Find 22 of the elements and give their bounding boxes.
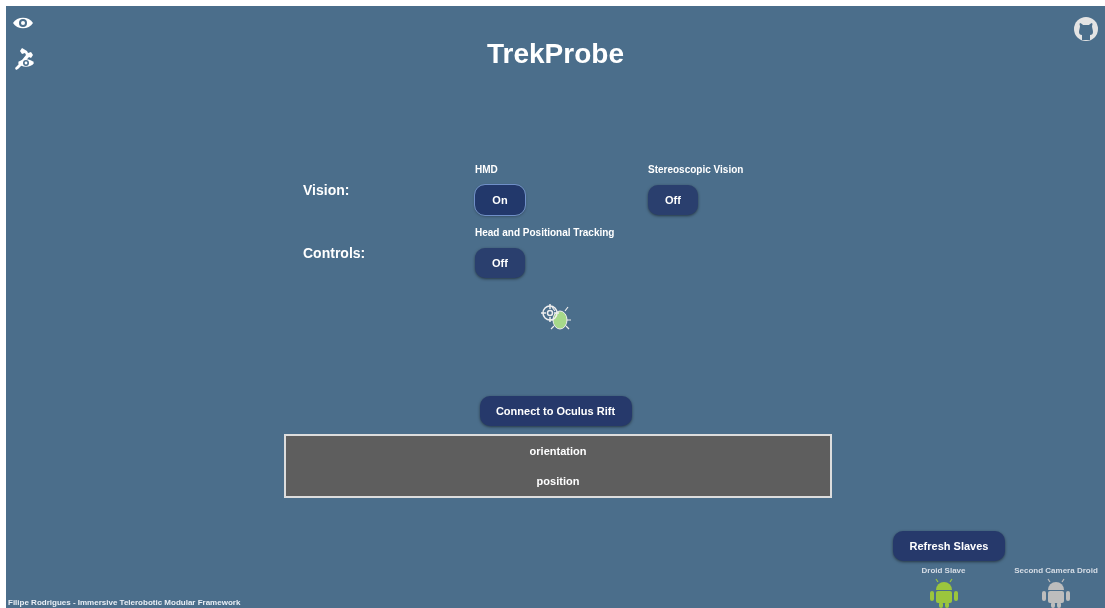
setting-label: Vision: <box>303 181 351 198</box>
app-title: TrekProbe <box>487 38 624 70</box>
readout-text: orientation <box>529 445 587 457</box>
setting-label: Controls: <box>303 244 367 261</box>
slave-name: Second Camera Droid <box>1014 566 1098 575</box>
github-icon[interactable] <box>1073 16 1099 42</box>
option-label: Stereoscopic Vision <box>648 164 745 175</box>
connect-button[interactable]: Connect to Oculus Rift <box>479 396 632 426</box>
footer-text: Filipe Rodrigues - Immersive Telerobotic Modular Framework <box>8 598 241 607</box>
readout-text: position <box>536 475 580 487</box>
slave-name: Droid Slave <box>921 566 966 575</box>
android-icon[interactable] <box>927 578 960 608</box>
toggle-button[interactable]: On <box>475 185 525 215</box>
option-label: HMD <box>475 164 499 175</box>
toggle-button[interactable]: Off <box>648 185 698 215</box>
refresh-button[interactable]: Refresh Slaves <box>893 531 1005 561</box>
toggle-button[interactable]: Off <box>475 248 525 278</box>
option-label: Head and Positional Tracking <box>475 227 616 238</box>
android-icon[interactable] <box>1040 578 1072 608</box>
wrench-eye-icon[interactable] <box>12 46 36 72</box>
eye-icon[interactable] <box>12 16 34 30</box>
bug-target-icon <box>538 302 573 332</box>
